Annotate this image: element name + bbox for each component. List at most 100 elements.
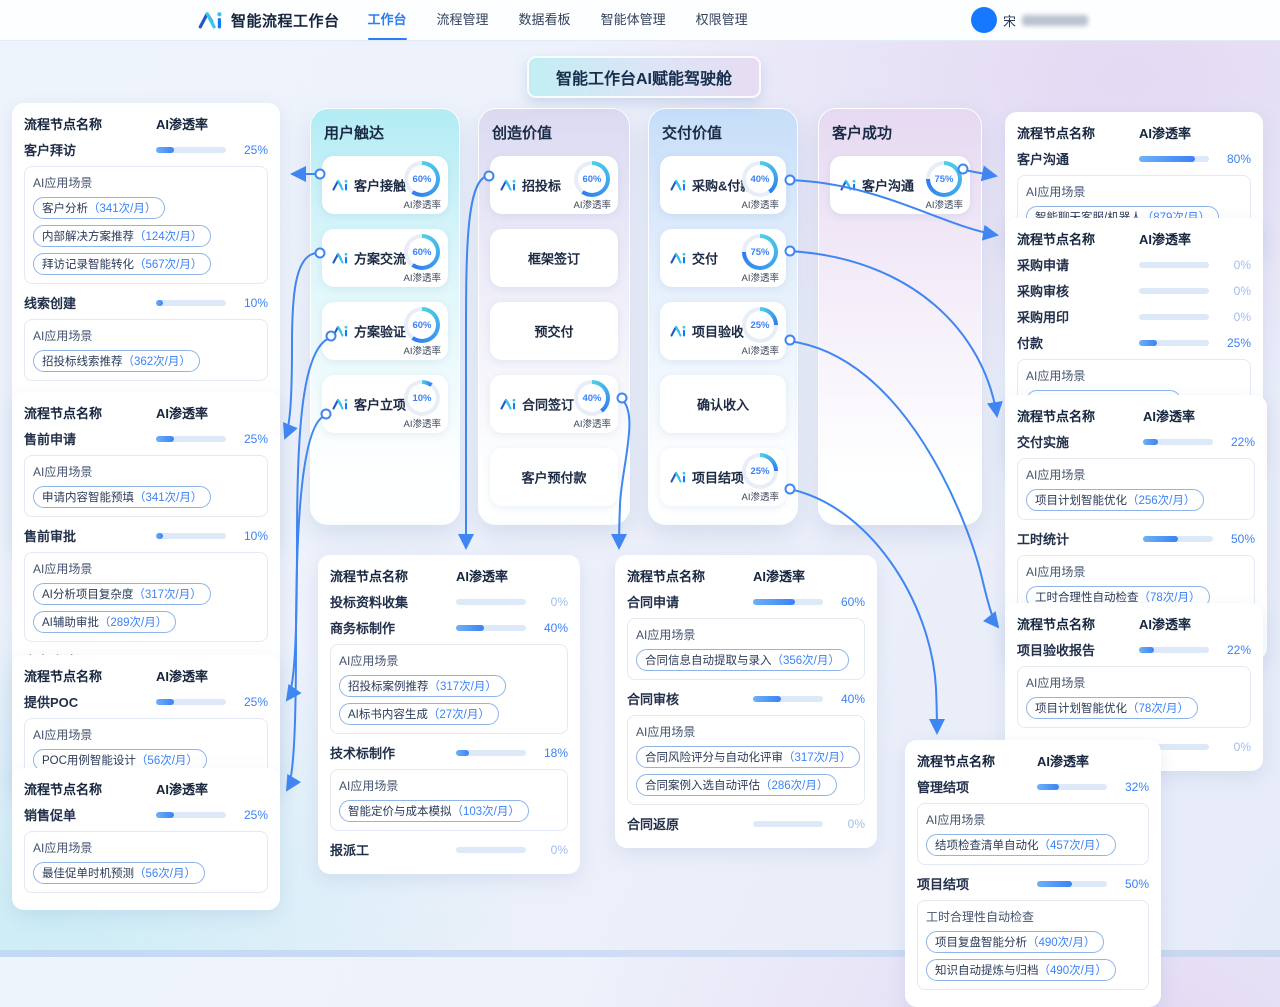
nav-item[interactable]: 权限管理	[694, 0, 750, 40]
penetration-percent: 10%	[234, 296, 268, 310]
flow-node[interactable]: 确认收入	[660, 375, 786, 433]
ai-scene-chip[interactable]: 合同风险评分与自动化评审（317次/月）	[636, 746, 860, 768]
penetration-donut-label: AI渗透率	[404, 416, 441, 430]
ai-scene-box: AI应用场景 客户分析（341次/月）内部解决方案推荐（124次/月）拜访记录智…	[24, 166, 268, 284]
ai-scene-chip[interactable]: 最佳促单时机预测（56次/月）	[33, 862, 205, 884]
penetration-percent: 50%	[1115, 877, 1149, 891]
ai-scene-chip[interactable]: AI辅助审批（289次/月）	[33, 611, 176, 633]
flow-node[interactable]: 项目结项 25% AI渗透率	[660, 448, 786, 506]
penetration-donut-label: AI渗透率	[404, 343, 441, 357]
flow-node[interactable]: 采购&付款 40% AI渗透率	[660, 156, 786, 214]
penetration-percent: 25%	[234, 808, 268, 822]
col-ai-rate: AI渗透率	[1037, 751, 1149, 770]
detail-card: 流程节点名称 AI渗透率 投标资料收集 0% 商务标制作 40% AI应用场景 …	[318, 555, 580, 874]
col-node-name: 流程节点名称	[917, 751, 1037, 770]
process-row: 交付实施 22%	[1017, 432, 1255, 451]
app-logo[interactable]: 智能流程工作台	[198, 10, 340, 31]
ai-scene-chip[interactable]: 知识自动提炼与归档（490次/月）	[926, 959, 1116, 981]
ai-scene-chip[interactable]: 项目计划智能优化（256次/月）	[1026, 489, 1204, 511]
app-title: 智能流程工作台	[231, 10, 340, 31]
ai-scene-chip[interactable]: 申请内容智能预填（341次/月）	[33, 486, 211, 508]
ai-scene-chip[interactable]: AI分析项目复杂度（317次/月）	[33, 583, 211, 605]
nav-item[interactable]: 流程管理	[435, 0, 491, 40]
ai-scene-chip[interactable]: 项目复盘智能分析（490次/月）	[926, 931, 1104, 953]
ai-scene-box: AI应用场景 AI分析项目复杂度（317次/月）AI辅助审批（289次/月）	[24, 552, 268, 642]
flow-node-label: 交付	[670, 249, 718, 268]
col-node-name: 流程节点名称	[24, 779, 156, 798]
penetration-donut-label: AI渗透率	[742, 270, 779, 284]
penetration-donut-value: 40%	[742, 161, 778, 197]
flow-node[interactable]: 交付 75% AI渗透率	[660, 229, 786, 287]
process-row: 投标资料收集 0%	[330, 592, 568, 611]
penetration-donut: 60%	[404, 307, 440, 343]
penetration-donut-value: 75%	[742, 234, 778, 270]
ai-scene-box: AI应用场景 招投标案例推荐（317次/月）AI标书内容生成（27次/月）	[330, 644, 568, 734]
ai-scene-chip[interactable]: 合同案例入选自动评估（286次/月）	[636, 774, 837, 796]
ai-scene-chip[interactable]: 拜访记录智能转化（567次/月）	[33, 253, 211, 275]
flow-node[interactable]: 框架签订	[490, 229, 618, 287]
penetration-bar	[753, 821, 823, 827]
ai-scene-chip[interactable]: 招投标案例推荐（317次/月）	[339, 675, 506, 697]
process-name: 付款	[1017, 333, 1139, 352]
flow-node[interactable]: 招投标 60% AI渗透率	[490, 156, 618, 214]
process-row: 合同返原 0%	[627, 814, 865, 833]
flow-node[interactable]: 客户立项 10% AI渗透率	[322, 375, 448, 433]
penetration-donut: 10%	[404, 380, 440, 416]
penetration-donut-label: AI渗透率	[742, 197, 779, 211]
nav-item[interactable]: 工作台	[366, 0, 409, 40]
penetration-bar	[1139, 647, 1209, 653]
nav-item[interactable]: 数据看板	[517, 0, 573, 40]
process-name: 管理结项	[917, 777, 1037, 796]
flow-node-label: 方案交流	[332, 249, 406, 268]
nav-item[interactable]: 智能体管理	[599, 0, 668, 40]
flow-node[interactable]: 预交付	[490, 302, 618, 360]
flow-node[interactable]: 客户预付款	[490, 448, 618, 506]
process-name: 合同返原	[627, 814, 753, 833]
flow-node-name: 框架签订	[528, 249, 580, 268]
penetration-donut: 25%	[742, 307, 778, 343]
detail-card-header: 流程节点名称 AI渗透率	[330, 566, 568, 585]
ai-scene-chips: 招投标案例推荐（317次/月） AI标书内容生成（27次/月）	[339, 675, 559, 725]
ai-scene-chip[interactable]: 招投标线索推荐（362次/月）	[33, 350, 200, 372]
ai-scene-chip[interactable]: 结项检查清单自动化（457次/月）	[926, 834, 1116, 856]
penetration-donut: 25%	[742, 453, 778, 489]
detail-card-header: 流程节点名称 AI渗透率	[917, 751, 1149, 770]
nav-menu: 工作台流程管理数据看板智能体管理权限管理	[366, 0, 750, 40]
flow-node[interactable]: 合同签订 40% AI渗透率	[490, 375, 618, 433]
ai-scene-chip[interactable]: 内部解决方案推荐（124次/月）	[33, 225, 211, 247]
penetration-donut-value: 25%	[742, 453, 778, 489]
flow-node[interactable]: 项目验收 25% AI渗透率	[660, 302, 786, 360]
process-name: 合同审核	[627, 689, 753, 708]
flow-node-name: 确认收入	[697, 395, 749, 414]
flow-node[interactable]: 方案验证 60% AI渗透率	[322, 302, 448, 360]
avatar[interactable]	[971, 7, 997, 33]
user-menu[interactable]: 宋	[971, 0, 1088, 40]
ai-scene-label: AI应用场景	[33, 327, 259, 344]
ai-icon	[500, 398, 517, 411]
penetration-percent: 22%	[1221, 435, 1255, 449]
flow-node[interactable]: 客户沟通 75% AI渗透率	[830, 156, 970, 214]
process-name: 线索创建	[24, 293, 156, 312]
ai-scene-chip[interactable]: 客户分析（341次/月）	[33, 197, 165, 219]
flow-node[interactable]: 客户接触 60% AI渗透率	[322, 156, 448, 214]
detail-card: 流程节点名称 AI渗透率 管理结项 32% AI应用场景 结项检查清单自动化（4…	[905, 740, 1161, 1007]
process-row: 客户拜访 25%	[24, 140, 268, 159]
app-logo-icon	[198, 10, 224, 30]
ai-scene-chips: 合同信息自动提取与录入（356次/月）	[636, 649, 856, 671]
process-name: 销售促单	[24, 805, 156, 824]
flow-node-label: 招投标	[500, 176, 561, 195]
process-name: 采购申请	[1017, 255, 1139, 274]
col-ai-rate: AI渗透率	[753, 566, 865, 585]
ai-scene-chip[interactable]: AI标书内容生成（27次/月）	[339, 703, 499, 725]
ai-scene-box: AI应用场景 智能定价与成本模拟（103次/月）	[330, 769, 568, 831]
flow-node-name: 客户沟通	[862, 176, 914, 195]
ai-scene-chip[interactable]: 合同信息自动提取与录入（356次/月）	[636, 649, 849, 671]
process-row: 项目验收报告 22%	[1017, 640, 1251, 659]
ai-scene-chips: 招投标线索推荐（362次/月）	[33, 350, 259, 372]
flow-node[interactable]: 方案交流 60% AI渗透率	[322, 229, 448, 287]
ai-scene-chip[interactable]: 智能定价与成本模拟（103次/月）	[339, 800, 529, 822]
ai-scene-box: AI应用场景 招投标线索推荐（362次/月）	[24, 319, 268, 381]
ai-scene-chip[interactable]: 项目计划智能优化（78次/月）	[1026, 697, 1198, 719]
penetration-bar	[1037, 784, 1107, 790]
flow-node-name: 客户立项	[354, 395, 406, 414]
